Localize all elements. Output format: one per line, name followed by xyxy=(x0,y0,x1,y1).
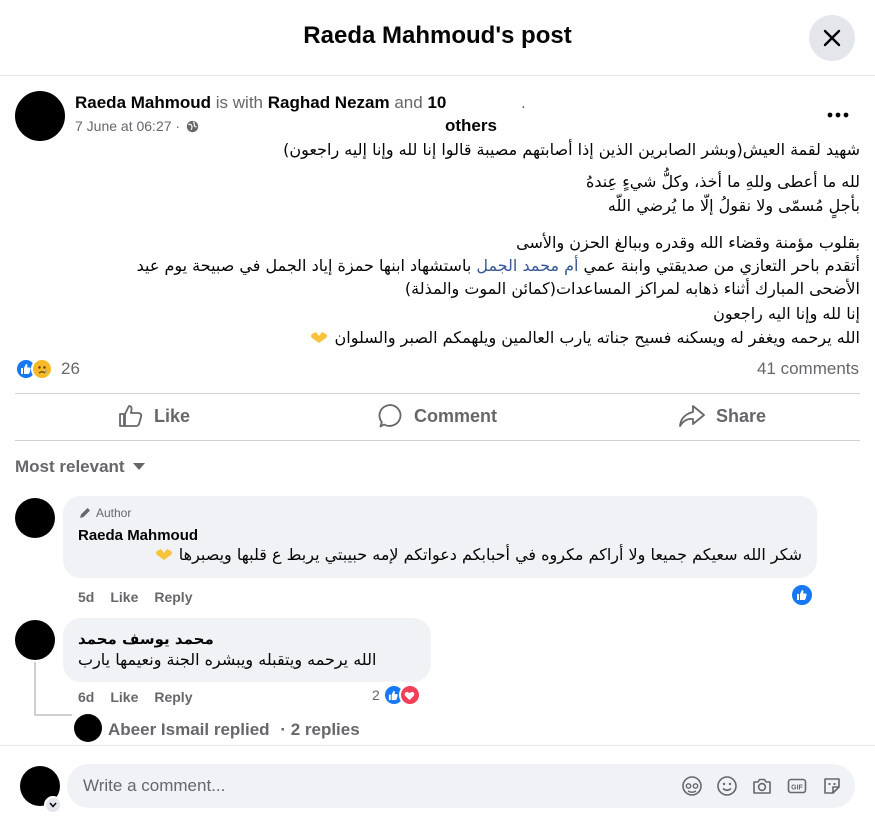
comment-label: Comment xyxy=(414,405,498,426)
share-icon xyxy=(679,405,705,427)
and-text: and xyxy=(394,93,423,112)
tagged-link[interactable]: أم محمد الجمل xyxy=(476,256,578,275)
others-link[interactable]: others xyxy=(445,116,497,136)
comment-button[interactable]: Comment xyxy=(378,398,497,434)
sticker-icon xyxy=(824,778,840,794)
comment-reaction-count: 2 xyxy=(372,687,380,703)
author-badge: Author xyxy=(78,506,131,520)
like-icon xyxy=(119,405,143,427)
post-text-line: أتقدم باحر التعازي من صديقتي وابنة عمي أ… xyxy=(15,255,860,277)
separator-dot: . xyxy=(521,93,526,112)
camera-button[interactable] xyxy=(751,775,773,797)
sad-reaction-icon xyxy=(31,358,53,380)
view-replies-link[interactable]: Abeer Ismail replied · 2 replies xyxy=(108,720,360,740)
gif-button[interactable]: GIF xyxy=(786,775,808,797)
comment-author-name[interactable]: محمد يوسف محمد xyxy=(78,630,214,648)
divider xyxy=(15,440,860,441)
comment-reply-button[interactable]: Reply xyxy=(154,589,192,605)
dialog-header: Raeda Mahmoud's post xyxy=(0,0,875,76)
others-count[interactable]: 10 xyxy=(427,93,446,112)
avatar-sticker-icon xyxy=(682,776,702,796)
sticker-button[interactable] xyxy=(821,775,843,797)
tagged-person[interactable]: Raghad Nezam xyxy=(268,93,390,112)
post-text-line: شهيد لقمة العيش(وبشر الصابرين الذين إذا … xyxy=(283,140,860,159)
comment-icon xyxy=(378,404,402,428)
commenter-avatar[interactable] xyxy=(15,498,55,538)
post-author-line: Raeda Mahmoud is with Raghad Nezam and 1… xyxy=(75,93,446,113)
more-options-button[interactable] xyxy=(823,100,853,130)
post-text-line: لله ما أعطى وللهِ ما أخذ، وكلُّ شيءٍ عِن… xyxy=(585,172,860,191)
post-text-line: بقلوب مؤمنة وقضاء الله وقدره وببالغ الحز… xyxy=(516,233,860,252)
close-button[interactable] xyxy=(809,15,855,61)
comment-reply-button[interactable]: Reply xyxy=(154,689,192,705)
post-author-avatar[interactable] xyxy=(15,91,65,141)
close-icon xyxy=(823,29,841,47)
post-text-line: بأجلٍ مُسمّى ولا نقولُ إلّا ما يُرضي الل… xyxy=(607,196,860,215)
sort-label: Most relevant xyxy=(15,457,125,476)
post-text-segment: باستشهاد ابنها حمزة إياد الجمل في صبيحة … xyxy=(136,256,477,275)
comment-input[interactable] xyxy=(83,764,663,808)
comment-like-button[interactable]: Like xyxy=(110,689,138,705)
post-text-line: إنا لله وإنا اليه راجعون xyxy=(713,304,860,323)
comment-like-button[interactable]: Like xyxy=(110,589,138,605)
comment-reactions[interactable]: 2 xyxy=(372,684,421,706)
like-button[interactable]: Like xyxy=(118,398,190,434)
post-text-line: الله يرحمه ويغفر له ويسكنه فسيح جناته يا… xyxy=(15,327,860,349)
post-author-name[interactable]: Raeda Mahmoud xyxy=(75,93,211,112)
chevron-down-icon xyxy=(49,802,57,808)
gif-icon: GIF xyxy=(787,778,807,794)
reaction-summary[interactable]: 26 xyxy=(15,358,80,380)
caret-down-icon xyxy=(132,463,145,470)
comment-meta: 5d Like Reply xyxy=(78,589,192,605)
camera-icon xyxy=(753,778,771,794)
comment-age[interactable]: 5d xyxy=(78,589,94,605)
dialog-title: Raeda Mahmoud's post xyxy=(303,22,572,49)
comment-composer[interactable]: GIF xyxy=(67,764,855,808)
like-label: Like xyxy=(154,405,191,426)
comments-count[interactable]: 41 comments xyxy=(757,359,859,379)
comment-age[interactable]: 6d xyxy=(78,689,94,705)
comment-text: الله يرحمه ويتقبله ويبشره الجنة ونعيمها … xyxy=(78,650,377,669)
avatar-sticker-button[interactable] xyxy=(681,775,703,797)
with-text: is with xyxy=(215,93,263,112)
divider xyxy=(0,745,875,746)
reply-count: · 2 replies xyxy=(280,720,360,739)
comment-text-content: شكر الله سعيكم جميعا ولا أراكم مكروه في … xyxy=(178,545,802,564)
commenter-avatar[interactable] xyxy=(15,620,55,660)
replier-name: Abeer Ismail replied xyxy=(108,720,270,739)
praying-hands-icon xyxy=(311,332,328,343)
pencil-icon xyxy=(80,508,90,518)
share-label: Share xyxy=(716,405,767,426)
more-dots-icon xyxy=(827,112,849,118)
comment-like-reaction-icon[interactable] xyxy=(790,583,814,607)
comment-meta: 6d Like Reply xyxy=(78,689,192,705)
emoji-button[interactable] xyxy=(716,775,738,797)
post-text-segment: أتقدم باحر التعازي من صديقتي وابنة عمي xyxy=(578,256,860,275)
share-button[interactable]: Share xyxy=(678,398,766,434)
emoji-icon xyxy=(717,776,737,796)
comment-text: شكر الله سعيكم جميعا ولا أراكم مكروه في … xyxy=(154,545,802,564)
thread-line xyxy=(34,662,36,716)
comment-author-name[interactable]: Raeda Mahmoud xyxy=(78,527,198,544)
svg-text:GIF: GIF xyxy=(791,785,803,792)
author-badge-label: Author xyxy=(96,506,132,520)
love-reaction-icon xyxy=(398,684,421,706)
profile-switch-button[interactable] xyxy=(44,796,62,814)
post-timestamp[interactable]: 7 June at 06:27 · xyxy=(75,118,180,134)
divider xyxy=(15,393,860,394)
post-meta: 7 June at 06:27 · xyxy=(75,118,199,134)
reaction-count: 26 xyxy=(61,359,80,378)
post-text-line: الأضحى المبارك أثناء ذهابه لمراكز المساع… xyxy=(404,279,860,298)
thread-line xyxy=(34,714,72,716)
praying-hands-icon xyxy=(155,549,172,560)
globe-icon xyxy=(186,120,199,132)
post-text-segment: الله يرحمه ويغفر له ويسكنه فسيح جناته يا… xyxy=(334,328,861,347)
reply-avatar[interactable] xyxy=(74,714,102,742)
comment-sort-dropdown[interactable]: Most relevant xyxy=(15,457,145,477)
